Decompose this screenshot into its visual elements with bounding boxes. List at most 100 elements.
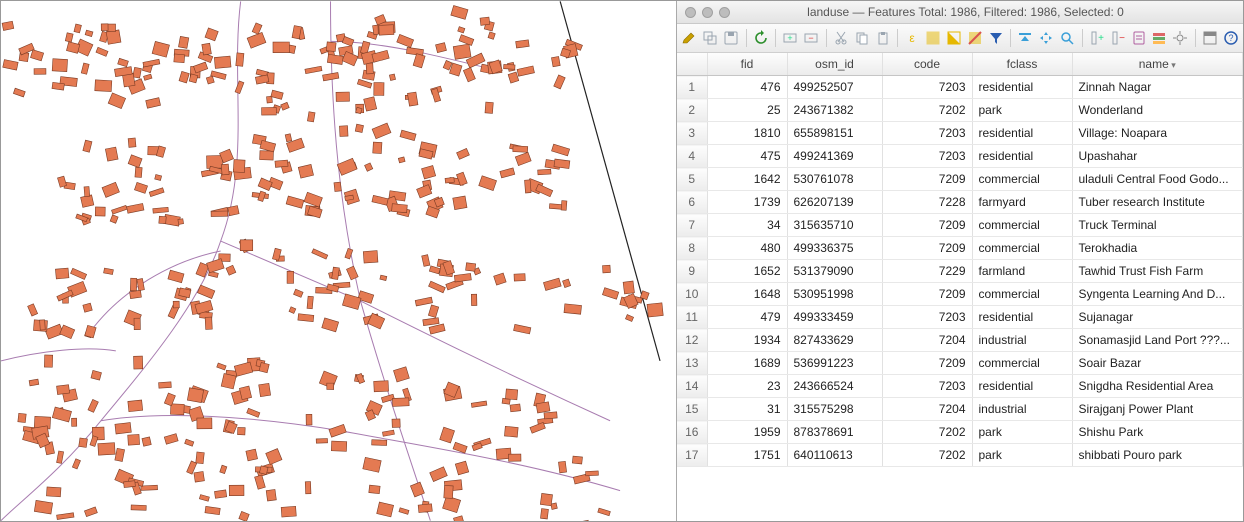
cut-icon[interactable] bbox=[833, 28, 850, 48]
cell-osm_id[interactable]: 530951998 bbox=[787, 283, 882, 306]
cell-name[interactable]: Truck Terminal bbox=[1072, 214, 1243, 237]
cell-osm_id[interactable]: 499241369 bbox=[787, 145, 882, 168]
table-row[interactable]: 14232436665247203residentialSnigdha Resi… bbox=[677, 375, 1243, 398]
cell-fclass[interactable]: park bbox=[972, 99, 1072, 122]
cell-name[interactable]: Syngenta Learning And D... bbox=[1072, 283, 1243, 306]
cell-fid[interactable]: 1739 bbox=[707, 191, 787, 214]
help-icon[interactable]: ? bbox=[1222, 28, 1239, 48]
cell-fclass[interactable]: commercial bbox=[972, 214, 1072, 237]
cell-fid[interactable]: 1648 bbox=[707, 283, 787, 306]
cell-code[interactable]: 7209 bbox=[882, 352, 972, 375]
open-field-calc-icon[interactable] bbox=[1130, 28, 1147, 48]
cell-fclass[interactable]: park bbox=[972, 444, 1072, 467]
column-header-fclass[interactable]: fclass bbox=[972, 53, 1072, 76]
table-row[interactable]: 14764992525077203residentialZinnah Nagar bbox=[677, 76, 1243, 99]
cell-fclass[interactable]: park bbox=[972, 421, 1072, 444]
new-field-icon[interactable]: + bbox=[1088, 28, 1105, 48]
window-titlebar[interactable]: landuse — Features Total: 1986, Filtered… bbox=[677, 1, 1243, 24]
cell-name[interactable]: Snigdha Residential Area bbox=[1072, 375, 1243, 398]
table-row[interactable]: 1219348274336297204industrialSonamasjid … bbox=[677, 329, 1243, 352]
cell-fclass[interactable]: residential bbox=[972, 306, 1072, 329]
cell-fid[interactable]: 479 bbox=[707, 306, 787, 329]
cell-fid[interactable]: 1934 bbox=[707, 329, 787, 352]
cell-fclass[interactable]: residential bbox=[972, 76, 1072, 99]
row-number[interactable]: 1 bbox=[677, 76, 707, 99]
cell-osm_id[interactable]: 499336375 bbox=[787, 237, 882, 260]
cell-name[interactable]: Zinnah Nagar bbox=[1072, 76, 1243, 99]
cell-name[interactable]: Wonderland bbox=[1072, 99, 1243, 122]
cell-code[interactable]: 7203 bbox=[882, 306, 972, 329]
cell-fclass[interactable]: commercial bbox=[972, 168, 1072, 191]
traffic-light-zoom-icon[interactable] bbox=[719, 7, 730, 18]
cell-code[interactable]: 7203 bbox=[882, 76, 972, 99]
filter-selection-icon[interactable] bbox=[987, 28, 1004, 48]
row-number[interactable]: 10 bbox=[677, 283, 707, 306]
cell-fid[interactable]: 1652 bbox=[707, 260, 787, 283]
cell-osm_id[interactable]: 499333459 bbox=[787, 306, 882, 329]
cell-osm_id[interactable]: 315635710 bbox=[787, 214, 882, 237]
cell-name[interactable]: Village: Noapara bbox=[1072, 122, 1243, 145]
reload-icon[interactable] bbox=[752, 28, 769, 48]
row-number[interactable]: 2 bbox=[677, 99, 707, 122]
cell-code[interactable]: 7202 bbox=[882, 99, 972, 122]
cell-code[interactable]: 7204 bbox=[882, 398, 972, 421]
cell-code[interactable]: 7209 bbox=[882, 283, 972, 306]
cell-code[interactable]: 7203 bbox=[882, 375, 972, 398]
row-number[interactable]: 4 bbox=[677, 145, 707, 168]
cell-name[interactable]: Shishu Park bbox=[1072, 421, 1243, 444]
delete-field-icon[interactable]: − bbox=[1109, 28, 1126, 48]
row-number[interactable]: 6 bbox=[677, 191, 707, 214]
table-row[interactable]: 1316895369912237209commercialSoair Bazar bbox=[677, 352, 1243, 375]
map-canvas[interactable] bbox=[1, 1, 677, 521]
table-row[interactable]: 44754992413697203residentialUpashahar bbox=[677, 145, 1243, 168]
row-number[interactable]: 11 bbox=[677, 306, 707, 329]
cell-fclass[interactable]: farmyard bbox=[972, 191, 1072, 214]
cell-code[interactable]: 7204 bbox=[882, 329, 972, 352]
row-number[interactable]: 15 bbox=[677, 398, 707, 421]
cell-osm_id[interactable]: 243666524 bbox=[787, 375, 882, 398]
cell-fid[interactable]: 1810 bbox=[707, 122, 787, 145]
row-number[interactable]: 12 bbox=[677, 329, 707, 352]
table-row[interactable]: 84804993363757209commercialTerokhadia bbox=[677, 237, 1243, 260]
cell-name[interactable]: Sonamasjid Land Port ???... bbox=[1072, 329, 1243, 352]
row-number[interactable]: 3 bbox=[677, 122, 707, 145]
cell-name[interactable]: shibbati Pouro park bbox=[1072, 444, 1243, 467]
cell-code[interactable]: 7203 bbox=[882, 145, 972, 168]
cell-fclass[interactable]: industrial bbox=[972, 329, 1072, 352]
cell-code[interactable]: 7202 bbox=[882, 421, 972, 444]
row-number[interactable]: 5 bbox=[677, 168, 707, 191]
copy-icon[interactable] bbox=[853, 28, 870, 48]
cell-name[interactable]: Upashahar bbox=[1072, 145, 1243, 168]
toggle-editing-icon[interactable] bbox=[681, 28, 698, 48]
cell-fclass[interactable]: residential bbox=[972, 145, 1072, 168]
table-row[interactable]: 2252436713827202parkWonderland bbox=[677, 99, 1243, 122]
table-row[interactable]: 916525313790907229farmlandTawhid Trust F… bbox=[677, 260, 1243, 283]
table-row[interactable]: 1016485309519987209commercialSyngenta Le… bbox=[677, 283, 1243, 306]
cell-fclass[interactable]: commercial bbox=[972, 237, 1072, 260]
cell-osm_id[interactable]: 531379090 bbox=[787, 260, 882, 283]
actions-icon[interactable] bbox=[1172, 28, 1189, 48]
deselect-all-icon[interactable] bbox=[967, 28, 984, 48]
select-by-expression-icon[interactable]: ε bbox=[904, 28, 921, 48]
cell-name[interactable]: Soair Bazar bbox=[1072, 352, 1243, 375]
multi-edit-icon[interactable] bbox=[702, 28, 719, 48]
cell-code[interactable]: 7203 bbox=[882, 122, 972, 145]
table-row[interactable]: 15313155752987204industrialSirajganj Pow… bbox=[677, 398, 1243, 421]
attribute-table-scroll[interactable]: fidosm_idcodefclassname 1476499252507720… bbox=[677, 53, 1243, 521]
cell-fid[interactable]: 1642 bbox=[707, 168, 787, 191]
cell-fid[interactable]: 25 bbox=[707, 99, 787, 122]
cell-osm_id[interactable]: 536991223 bbox=[787, 352, 882, 375]
save-edits-icon[interactable] bbox=[723, 28, 740, 48]
delete-feature-icon[interactable]: − bbox=[803, 28, 820, 48]
select-all-icon[interactable] bbox=[925, 28, 942, 48]
row-number[interactable]: 17 bbox=[677, 444, 707, 467]
row-number[interactable]: 7 bbox=[677, 214, 707, 237]
cell-osm_id[interactable]: 315575298 bbox=[787, 398, 882, 421]
table-row[interactable]: 7343156357107209commercialTruck Terminal bbox=[677, 214, 1243, 237]
column-header-fid[interactable]: fid bbox=[707, 53, 787, 76]
cell-code[interactable]: 7209 bbox=[882, 168, 972, 191]
cell-osm_id[interactable]: 640110613 bbox=[787, 444, 882, 467]
cell-osm_id[interactable]: 827433629 bbox=[787, 329, 882, 352]
cell-fclass[interactable]: residential bbox=[972, 375, 1072, 398]
cell-fid[interactable]: 1959 bbox=[707, 421, 787, 444]
